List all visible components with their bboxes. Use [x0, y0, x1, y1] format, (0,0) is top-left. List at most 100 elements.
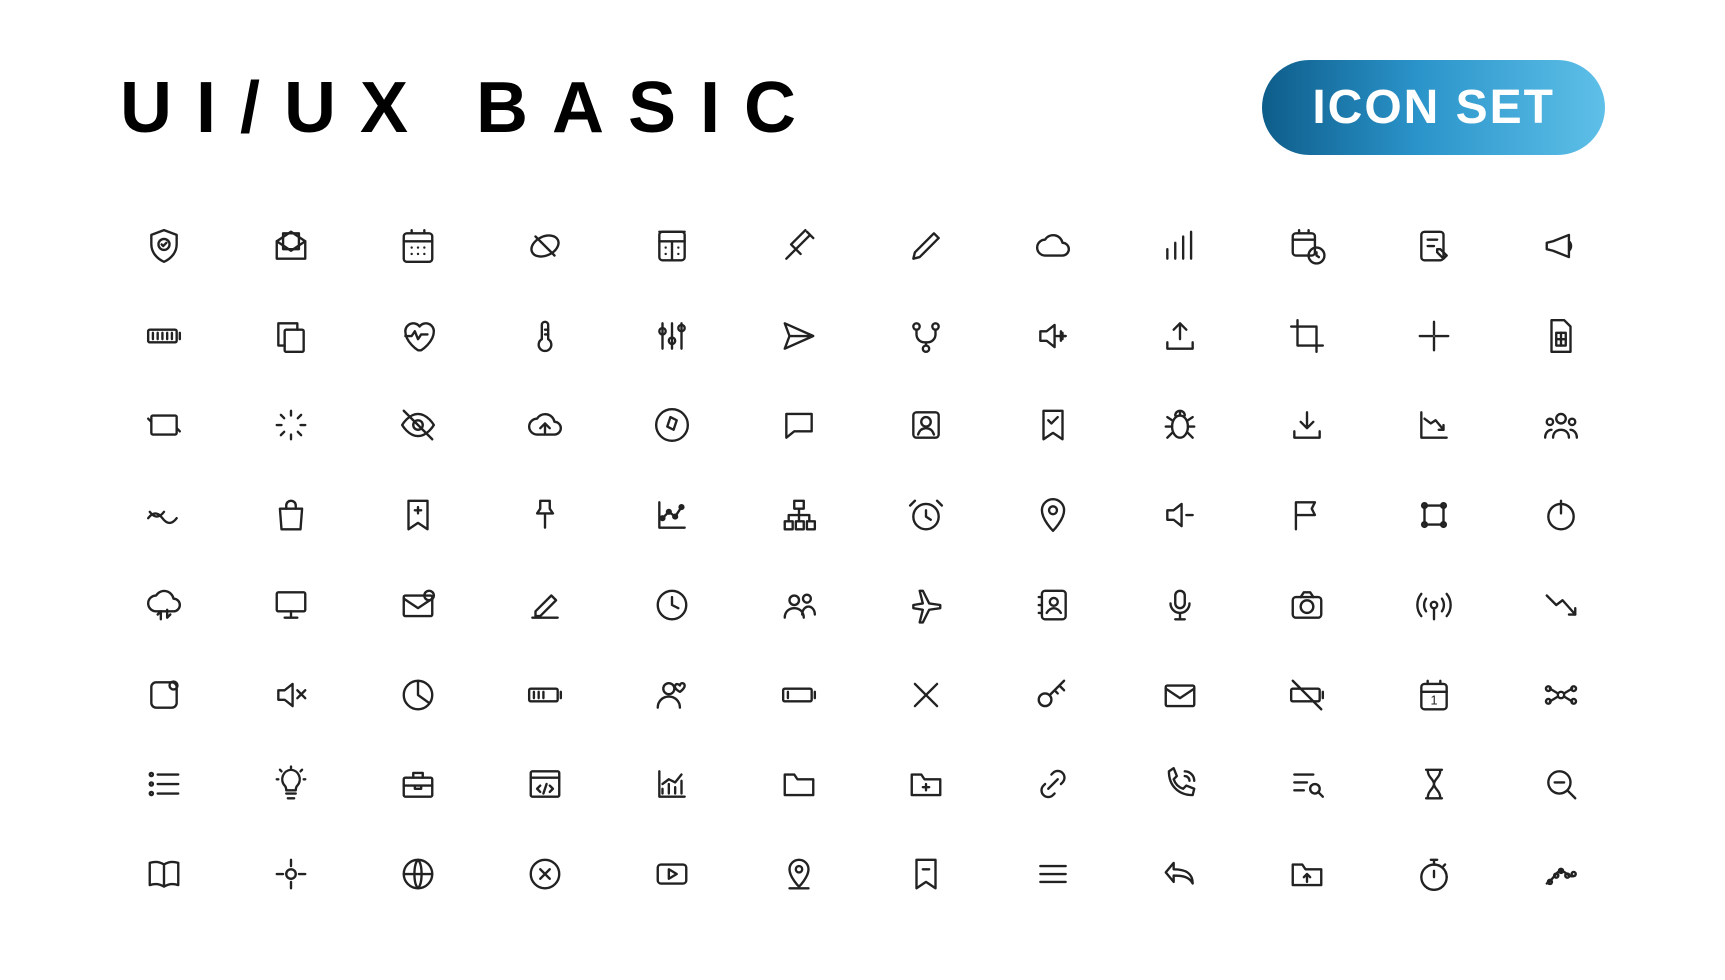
page-title: UI/UX BASIC [120, 67, 820, 149]
calculator-icon [628, 215, 715, 277]
calendar-day-icon [1391, 664, 1478, 726]
battery-low-icon [755, 664, 842, 726]
sim-card-icon [1518, 305, 1605, 367]
monitor-icon [247, 574, 334, 636]
microphone-icon [1137, 574, 1224, 636]
battery-off-icon [1264, 664, 1351, 726]
bar-trend-icon [628, 754, 715, 816]
battery-full-icon [120, 305, 207, 367]
sitemap-icon [755, 484, 842, 546]
edit-note-icon [1391, 215, 1478, 277]
users-icon [755, 574, 842, 636]
shield-check-icon [120, 215, 207, 277]
key-icon [1010, 664, 1097, 726]
map-pin-icon [755, 843, 842, 905]
flag-icon [1264, 484, 1351, 546]
pencil-icon [883, 215, 970, 277]
download-tray-icon [1264, 395, 1351, 457]
copy-icon [247, 305, 334, 367]
book-icon [120, 843, 207, 905]
lightbulb-icon [247, 754, 334, 816]
volume-mute-icon [247, 664, 334, 726]
cloud-icon [1010, 215, 1097, 277]
globe-icon [374, 843, 461, 905]
volume-up-icon [1010, 305, 1097, 367]
phone-ring-icon [1137, 754, 1224, 816]
pin-icon [501, 484, 588, 546]
chart-down-icon [1391, 395, 1478, 457]
heart-pulse-icon [374, 305, 461, 367]
airplane-icon [883, 574, 970, 636]
line-chart-dots-icon [628, 484, 715, 546]
eye-off-icon [374, 395, 461, 457]
bookmark-add-icon [374, 484, 461, 546]
folder-up-icon [1264, 843, 1351, 905]
mail-new-icon [374, 574, 461, 636]
minimize-icon [1391, 305, 1478, 367]
compass-icon [628, 395, 715, 457]
close-circle-icon [501, 843, 588, 905]
folder-icon [755, 754, 842, 816]
alarm-icon [883, 484, 970, 546]
list-icon [120, 754, 207, 816]
header: UI/UX BASIC ICON SET [0, 0, 1725, 185]
chart-scatter-icon [1518, 843, 1605, 905]
wave-icon [120, 484, 207, 546]
stopwatch-icon [1391, 843, 1478, 905]
user-card-icon [883, 395, 970, 457]
bookmark-check-icon [1010, 395, 1097, 457]
chat-icon [755, 395, 842, 457]
camera-icon [1264, 574, 1351, 636]
send-icon [755, 305, 842, 367]
icon-set-badge: ICON SET [1262, 60, 1605, 155]
edit-line-icon [501, 574, 588, 636]
icon-grid [0, 185, 1725, 965]
code-window-icon [501, 754, 588, 816]
calendar-grid-icon [374, 215, 461, 277]
battery-mid-icon [501, 664, 588, 726]
video-icon [628, 843, 715, 905]
pie-chart-icon [374, 664, 461, 726]
cloud-up-icon [501, 395, 588, 457]
rotate-icon [120, 395, 207, 457]
group-icon [1518, 395, 1605, 457]
loading-icon [247, 395, 334, 457]
power-icon [1518, 484, 1605, 546]
thermometer-icon [501, 305, 588, 367]
calendar-clock-icon [1264, 215, 1351, 277]
bookmark-remove-icon [883, 843, 970, 905]
reply-icon [1137, 843, 1224, 905]
list-search-icon [1264, 754, 1351, 816]
hourglass-icon [1391, 754, 1478, 816]
cloud-sync-icon [120, 574, 207, 636]
share-nodes-icon [1518, 664, 1605, 726]
location-pin-icon [1010, 484, 1097, 546]
zoom-out-icon [1518, 754, 1605, 816]
sliders-icon [628, 305, 715, 367]
clock-icon [628, 574, 715, 636]
megaphone-icon [1518, 215, 1605, 277]
bar-chart-icon [1137, 215, 1224, 277]
envelope-icon [1137, 664, 1224, 726]
square-notif-icon [120, 664, 207, 726]
link-icon [1010, 754, 1097, 816]
close-icon [883, 664, 970, 726]
card-cross-icon [501, 215, 588, 277]
target-icon [247, 843, 334, 905]
user-heart-icon [628, 664, 715, 726]
folder-add-icon [883, 754, 970, 816]
volume-down-icon [1137, 484, 1224, 546]
broadcast-icon [1391, 574, 1478, 636]
upload-tray-icon [1137, 305, 1224, 367]
syringe-icon [755, 215, 842, 277]
shopping-bag-icon [247, 484, 334, 546]
menu-icon [1010, 843, 1097, 905]
briefcase-icon [374, 754, 461, 816]
contacts-icon [1010, 574, 1097, 636]
trend-down-icon [1518, 574, 1605, 636]
bug-icon [1137, 395, 1224, 457]
frame-icon [1391, 484, 1478, 546]
branch-icon [883, 305, 970, 367]
mail-open-icon [247, 215, 334, 277]
crop-icon [1264, 305, 1351, 367]
